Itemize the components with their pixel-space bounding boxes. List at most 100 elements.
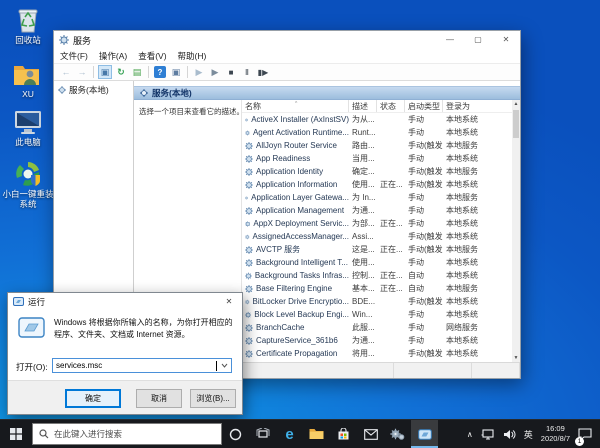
close-button[interactable]: ✕ xyxy=(492,31,520,49)
browse-button[interactable]: 浏览(B)... xyxy=(190,389,236,408)
stop-service-icon[interactable]: ■ xyxy=(224,65,238,79)
pause-service-icon[interactable]: Ⅱ xyxy=(240,65,254,79)
file-explorer-button[interactable] xyxy=(303,420,330,448)
menu-action[interactable]: 操作(A) xyxy=(99,50,127,62)
refresh-icon[interactable]: ↻ xyxy=(114,65,128,79)
desktop-icon-this-pc[interactable]: 此电脑 xyxy=(0,106,56,148)
table-row[interactable]: AssignedAccessManager... Assi... 手动(触发..… xyxy=(242,230,512,243)
table-row[interactable]: Agent Activation Runtime... Runt... 手动 本… xyxy=(242,126,512,139)
maximize-button[interactable]: ▢ xyxy=(464,31,492,49)
search-box[interactable]: 在此键入进行搜索 xyxy=(32,423,222,445)
tray-expand-chevron-icon[interactable]: ∧ xyxy=(463,420,477,448)
back-icon[interactable]: ← xyxy=(59,65,73,79)
action-center-button[interactable]: 1 xyxy=(574,420,596,448)
run-dialog-body: Windows 将根据你所输入的名称，为你打开相应的程序、文件夹、文档或 Int… xyxy=(8,310,242,380)
table-row[interactable]: AppX Deployment Servic... 为部... 正在... 手动… xyxy=(242,217,512,230)
service-logon-as: 本地系统 xyxy=(446,271,478,280)
restart-service-icon[interactable]: ▮▶ xyxy=(256,65,270,79)
edge-button[interactable]: e xyxy=(276,420,303,448)
column-header-name[interactable]: 名称 ˆ xyxy=(242,100,349,112)
tray-clock[interactable]: 16:09 2020/8/7 xyxy=(537,420,574,448)
cancel-button[interactable]: 取消 xyxy=(136,389,182,408)
export-list-icon[interactable]: ▤ xyxy=(130,65,144,79)
minimize-button[interactable]: — xyxy=(436,31,464,49)
table-row[interactable]: Application Information 使用... 正在... 手动(触… xyxy=(242,178,512,191)
run-command-input[interactable]: services.msc xyxy=(52,358,232,373)
table-row[interactable]: AllJoyn Router Service 路由... 手动(触发... 本地… xyxy=(242,139,512,152)
run-taskbar-icon xyxy=(417,428,432,440)
scroll-down-icon[interactable]: ▼ xyxy=(514,354,519,362)
tree-item-services-local[interactable]: 服务(本地) xyxy=(54,84,133,96)
file-explorer-icon xyxy=(309,429,324,439)
table-row[interactable]: App Readiness 当用... 手动 本地系统 xyxy=(242,152,512,165)
chevron-down-icon[interactable] xyxy=(221,363,228,368)
service-description: 路由... xyxy=(352,141,375,150)
service-name: Certificate Propagation xyxy=(256,349,338,358)
table-row[interactable]: Block Level Backup Engi... Win... 手动 本地系… xyxy=(242,308,512,321)
service-description: BDE... xyxy=(352,297,376,306)
dialog-title: 运行 xyxy=(28,296,46,307)
table-row[interactable]: Background Intelligent T... 使用... 手动 本地系… xyxy=(242,256,512,269)
table-row[interactable]: Application Identity 确定... 手动(触发... 本地服务 xyxy=(242,165,512,178)
action-pane-icon[interactable]: ▣ xyxy=(169,65,183,79)
service-gear-icon xyxy=(245,220,251,227)
network-tray-button[interactable] xyxy=(477,420,499,448)
service-logon-as: 本地系统 xyxy=(446,310,478,319)
services-titlebar[interactable]: 服务 — ▢ ✕ xyxy=(54,31,520,49)
resume-service-icon[interactable]: ▶ xyxy=(208,65,222,79)
service-name: Application Management xyxy=(256,206,345,215)
vertical-scrollbar[interactable]: ▲ ▼ xyxy=(512,100,520,362)
table-row[interactable]: Client License Service (CS... 提供... 正在..… xyxy=(242,360,512,362)
service-description: 当用... xyxy=(352,154,375,163)
run-titlebar[interactable]: 运行 ✕ xyxy=(8,293,242,310)
service-name: CaptureService_361b6 xyxy=(256,336,338,345)
run-taskbar-button[interactable] xyxy=(411,420,438,448)
menu-help[interactable]: 帮助(H) xyxy=(178,50,207,62)
service-gear-icon xyxy=(245,141,253,150)
list-column-headers: 名称 ˆ 描述 状态 启动类型 登录为 xyxy=(242,100,520,113)
table-row[interactable]: CaptureService_361b6 为通... 手动 本地系统 xyxy=(242,334,512,347)
table-row[interactable]: BranchCache 此服... 手动 网络服务 xyxy=(242,321,512,334)
volume-tray-button[interactable] xyxy=(499,420,520,448)
column-header-description[interactable]: 描述 xyxy=(349,100,377,112)
table-row[interactable]: BitLocker Drive Encryptio... BDE... 手动(触… xyxy=(242,295,512,308)
desktop-icon-recycle-bin[interactable]: 回收站 xyxy=(0,4,56,46)
table-row[interactable]: Background Tasks Infras... 控制... 正在... 自… xyxy=(242,269,512,282)
service-startup-type: 手动 xyxy=(408,128,424,137)
scroll-up-icon[interactable]: ▲ xyxy=(514,100,519,108)
table-row[interactable]: Base Filtering Engine 基本... 正在... 自动 本地服… xyxy=(242,282,512,295)
service-logon-as: 本地系统 xyxy=(446,336,478,345)
clock-date: 2020/8/7 xyxy=(540,434,570,443)
start-service-icon[interactable]: ▶ xyxy=(192,65,206,79)
mail-button[interactable] xyxy=(357,420,384,448)
table-row[interactable]: Application Layer Gatewa... 为 In... 手动 本… xyxy=(242,191,512,204)
toolbar-separator xyxy=(187,66,188,78)
run-window-icon xyxy=(18,317,45,340)
column-header-startup-type[interactable]: 启动类型 xyxy=(405,100,443,112)
help-icon[interactable]: ? xyxy=(154,66,166,78)
services-taskbar-button[interactable] xyxy=(384,420,411,448)
table-row[interactable]: Certificate Propagation 将用... 手动(触发... 本… xyxy=(242,347,512,360)
menu-view[interactable]: 查看(V) xyxy=(138,50,166,62)
table-row[interactable]: ActiveX Installer (AxInstSV) 为从... 手动 本地… xyxy=(242,113,512,126)
console-tree-icon[interactable]: ▣ xyxy=(98,65,112,79)
desktop-icon-user-folder[interactable]: XU xyxy=(0,58,56,100)
store-button[interactable] xyxy=(330,420,357,448)
cortana-button[interactable] xyxy=(222,420,249,448)
service-startup-type: 手动(触发... xyxy=(408,141,443,150)
column-header-status[interactable]: 状态 xyxy=(377,100,405,112)
ime-indicator[interactable]: 英 xyxy=(520,420,537,448)
ok-button[interactable]: 确定 xyxy=(65,389,121,408)
table-row[interactable]: AVCTP 服务 这是... 正在... 手动(触发... 本地服务 xyxy=(242,243,512,256)
service-description: 使用... xyxy=(352,258,375,267)
task-view-button[interactable] xyxy=(249,420,276,448)
column-header-logon-as[interactable]: 登录为 xyxy=(443,100,520,112)
window-title: 服务 xyxy=(73,35,92,46)
forward-icon[interactable]: → xyxy=(75,65,89,79)
table-row[interactable]: Application Management 为通... 手动 本地系统 xyxy=(242,204,512,217)
menu-file[interactable]: 文件(F) xyxy=(60,50,88,62)
close-icon[interactable]: ✕ xyxy=(216,293,242,310)
scrollbar-thumb[interactable] xyxy=(513,110,519,138)
start-button[interactable] xyxy=(0,420,32,448)
desktop-icon-reinstall-tool[interactable]: 小白一键重装系统 xyxy=(0,158,56,210)
